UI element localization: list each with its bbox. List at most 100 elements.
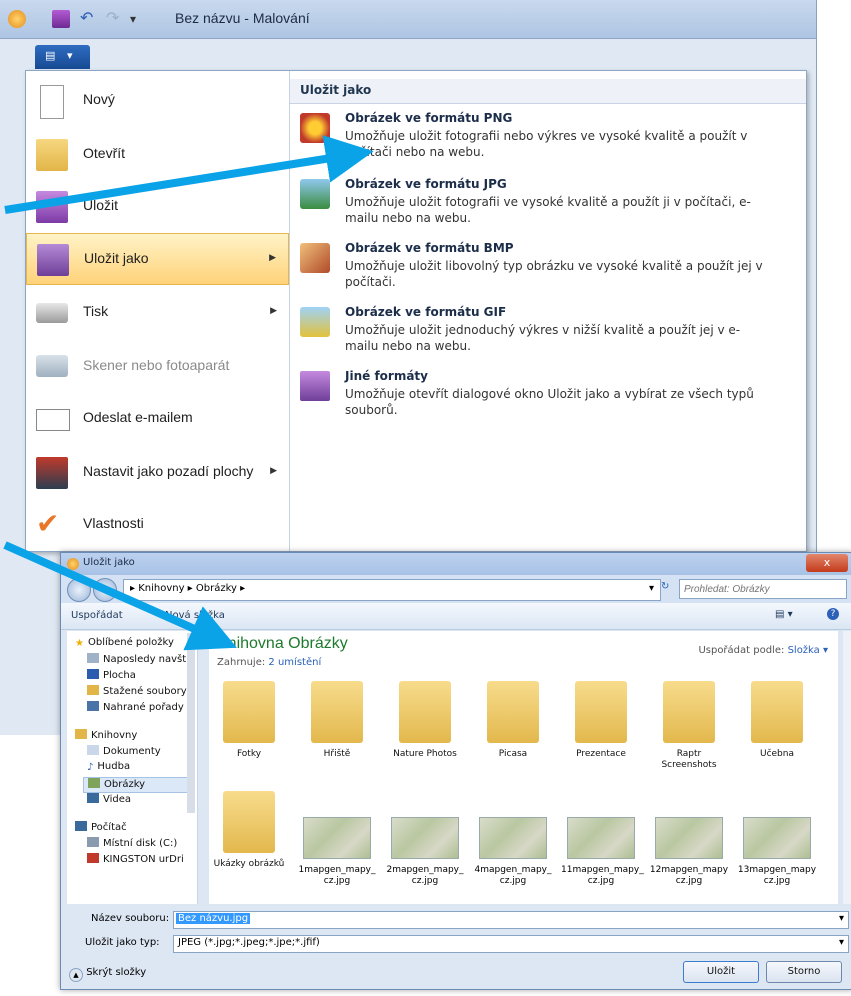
menu-item-email[interactable]: Odeslat e-mailem bbox=[26, 393, 289, 445]
usb-drive-icon bbox=[87, 853, 99, 863]
chevron-down-icon[interactable]: ▾ bbox=[649, 583, 654, 594]
refresh-icon[interactable]: ↻ bbox=[661, 581, 669, 592]
hide-folders-toggle[interactable]: ▲ Skrýt složky bbox=[69, 967, 146, 982]
nav-label: Naposledy navští bbox=[103, 654, 189, 665]
file-item[interactable]: 12mapgen_mapy cz.jpg bbox=[649, 817, 729, 887]
paint-app-icon[interactable] bbox=[8, 10, 26, 28]
file-list-scrollbar[interactable] bbox=[843, 631, 851, 904]
submenu-header: Uložit jako bbox=[290, 79, 806, 104]
arrange-dropdown[interactable]: Složka ▾ bbox=[788, 645, 828, 656]
filename-input[interactable]: Bez názvu.jpg ▾ bbox=[173, 911, 849, 929]
nav-scrollbar[interactable] bbox=[187, 633, 195, 813]
folder-icon bbox=[399, 681, 451, 743]
computer-icon bbox=[75, 821, 87, 831]
organize-button[interactable]: Uspořádat bbox=[71, 610, 123, 621]
file-item[interactable]: 11mapgen_mapy_ cz.jpg bbox=[561, 817, 644, 887]
redo-icon[interactable]: ↷ bbox=[106, 10, 124, 28]
filetype-select[interactable]: JPEG (*.jpg;*.jpeg;*.jpe;*.jfif) ▾ bbox=[173, 935, 849, 953]
map-thumbnail bbox=[479, 817, 547, 859]
paint-menu-button[interactable]: ▤ ▾ bbox=[35, 45, 90, 69]
filetype-value: JPEG (*.jpg;*.jpeg;*.jpe;*.jfif) bbox=[178, 937, 320, 948]
disk-icon bbox=[87, 837, 99, 847]
menu-item-new[interactable]: Nový bbox=[26, 75, 289, 127]
nav-favorites[interactable]: ★ Oblíbené položky bbox=[75, 637, 174, 653]
cancel-button[interactable]: Storno bbox=[766, 961, 842, 983]
format-jpg[interactable]: Obrázek ve formátu JPG Umožňuje uložit f… bbox=[290, 175, 806, 237]
nav-recorded-tv[interactable]: Nahrané pořady bbox=[87, 701, 184, 717]
nav-documents[interactable]: Dokumenty bbox=[87, 745, 161, 761]
menu-item-save-as[interactable]: Uložit jako ▶ bbox=[26, 233, 289, 285]
folder-icon bbox=[575, 681, 627, 743]
checkmark-icon: ✔ bbox=[36, 508, 60, 539]
customize-toolbar-icon[interactable]: ▾ bbox=[130, 10, 148, 28]
format-title: Jiné formáty bbox=[345, 369, 428, 383]
submenu-arrow-icon: ▶ bbox=[270, 305, 277, 315]
menu-item-scanner: Skener nebo fotoaparát bbox=[26, 341, 289, 393]
submenu-arrow-icon: ▶ bbox=[269, 252, 276, 262]
back-button[interactable] bbox=[67, 578, 91, 602]
nav-desktop[interactable]: Plocha bbox=[87, 669, 136, 685]
format-bmp[interactable]: Obrázek ve formátu BMP Umožňuje uložit l… bbox=[290, 239, 806, 301]
nav-libraries[interactable]: Knihovny bbox=[75, 729, 137, 745]
format-png[interactable]: Obrázek ve formátu PNG Umožňuje uložit f… bbox=[290, 109, 806, 171]
file-item[interactable]: 2mapgen_mapy_ cz.jpg bbox=[385, 817, 465, 887]
libraries-icon bbox=[75, 729, 87, 739]
address-bar[interactable]: ▸ Knihovny ▸ Obrázky ▸ ▾ bbox=[123, 579, 661, 601]
undo-icon[interactable]: ↶ bbox=[80, 10, 98, 28]
format-description: Umožňuje uložit libovolný typ obrázku ve… bbox=[345, 259, 763, 289]
folder-item[interactable]: Ukázky obrázků bbox=[209, 791, 289, 896]
file-label: 12mapgen_mapy cz.jpg bbox=[649, 865, 729, 886]
file-item[interactable]: 4mapgen_mapy_ cz.jpg bbox=[473, 817, 553, 887]
format-gif[interactable]: Obrázek ve formátu GIF Umožňuje uložit j… bbox=[290, 303, 806, 365]
chevron-down-icon[interactable]: ▾ bbox=[839, 913, 844, 924]
close-button[interactable]: x bbox=[806, 554, 848, 572]
nav-videos[interactable]: Videa bbox=[87, 793, 131, 809]
menu-item-print[interactable]: Tisk ▶ bbox=[26, 287, 289, 339]
nav-label: Knihovny bbox=[91, 730, 138, 741]
nav-music[interactable]: ♪ Hudba bbox=[87, 761, 130, 777]
file-item[interactable]: 1mapgen_mapy_ cz.jpg bbox=[297, 817, 377, 887]
help-icon[interactable]: ? bbox=[827, 608, 839, 620]
map-thumbnail bbox=[743, 817, 811, 859]
scanner-icon bbox=[36, 355, 68, 377]
menu-item-label: Vlastnosti bbox=[83, 515, 144, 531]
nav-downloads[interactable]: Stažené soubory bbox=[87, 685, 187, 701]
chevron-down-icon[interactable]: ▾ bbox=[839, 937, 844, 948]
window-title: Bez názvu - Malování bbox=[175, 10, 310, 26]
menu-item-properties[interactable]: ✔ Vlastnosti bbox=[26, 499, 289, 551]
downloads-folder-icon bbox=[87, 685, 99, 695]
folder-item[interactable]: Picasa bbox=[473, 681, 553, 786]
menu-item-set-wallpaper[interactable]: Nastavit jako pozadí plochy ▶ bbox=[26, 447, 289, 499]
nav-pictures[interactable]: Obrázky bbox=[83, 777, 191, 793]
new-folder-button[interactable]: Nová složka bbox=[165, 610, 225, 621]
folder-item[interactable]: Hřiště bbox=[297, 681, 377, 786]
file-item[interactable]: 13mapgen_mapy cz.jpg bbox=[737, 817, 817, 887]
forward-button[interactable] bbox=[93, 578, 117, 602]
nav-local-disk[interactable]: Místní disk (C:) bbox=[87, 837, 177, 853]
menu-item-save[interactable]: Uložit bbox=[26, 181, 289, 233]
pictures-icon bbox=[88, 778, 100, 788]
file-list: Knihovna Obrázky Zahrnuje: 2 umístění Us… bbox=[209, 631, 838, 904]
folder-item[interactable]: Nature Photos bbox=[385, 681, 465, 786]
chevron-up-icon: ▲ bbox=[69, 968, 83, 982]
locations-link[interactable]: 2 umístění bbox=[268, 657, 321, 668]
folder-item[interactable]: Prezentace bbox=[561, 681, 641, 786]
open-folder-icon bbox=[36, 139, 68, 171]
format-other[interactable]: Jiné formáty Umožňuje otevřít dialogové … bbox=[290, 367, 806, 429]
menu-item-open[interactable]: Otevřít bbox=[26, 129, 289, 181]
music-icon: ♪ bbox=[87, 762, 94, 773]
nav-usb-drive[interactable]: KINGSTON urDri bbox=[87, 853, 184, 869]
folder-item[interactable]: Učebna bbox=[737, 681, 817, 786]
nav-label: Obrázky bbox=[104, 779, 146, 790]
nav-computer[interactable]: Počítač bbox=[75, 821, 127, 837]
file-label: 4mapgen_mapy_ cz.jpg bbox=[474, 865, 552, 886]
nav-label: Stažené soubory bbox=[103, 686, 187, 697]
save-icon[interactable] bbox=[52, 10, 70, 28]
search-input[interactable] bbox=[679, 579, 847, 599]
folder-item[interactable]: Raptr Screenshots bbox=[649, 681, 729, 786]
save-button[interactable]: Uložit bbox=[683, 961, 759, 983]
view-options-icon[interactable]: ▤ ▾ bbox=[775, 609, 793, 620]
folder-item[interactable]: Fotky bbox=[209, 681, 289, 786]
nav-recent[interactable]: Naposledy navští bbox=[87, 653, 189, 669]
save-disk-icon bbox=[36, 191, 68, 223]
